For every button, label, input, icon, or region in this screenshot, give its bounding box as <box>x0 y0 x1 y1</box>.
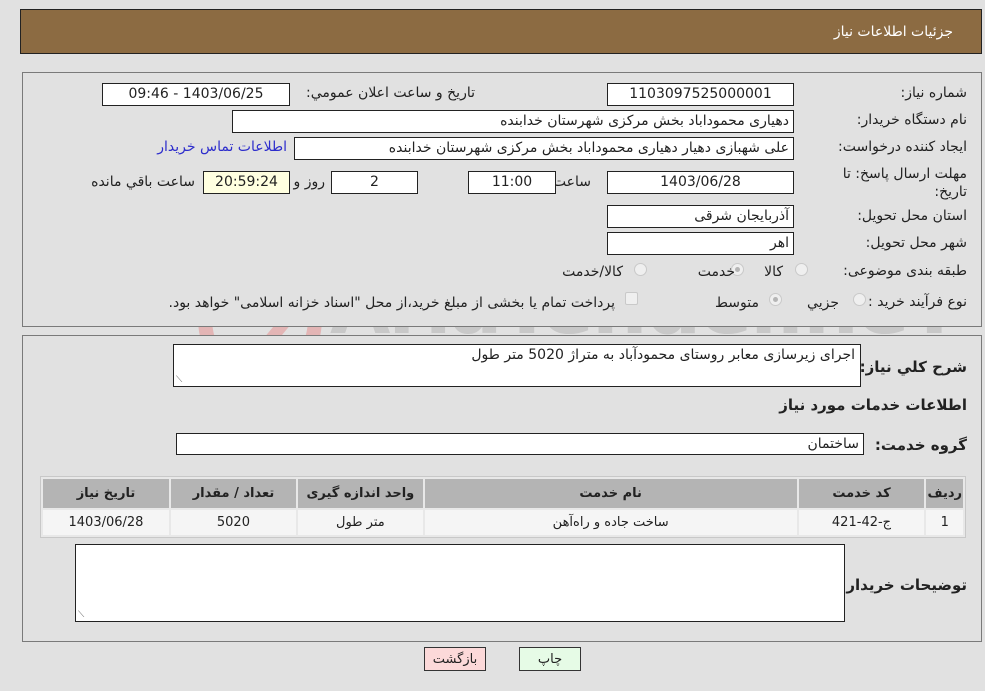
city-label: شهر محل تحویل: <box>865 235 967 251</box>
col-header-unit: واحد اندازه گیری <box>297 479 423 508</box>
buyer-org-field: دهیاری محموداباد بخش مرکزی شهرستان خدابن… <box>232 110 794 133</box>
deadline-date-field: 1403/06/28 <box>607 171 794 194</box>
cell-service-name: ساخت جاده و راه‌آهن <box>424 510 797 535</box>
service-details-panel: شرح کلي نیاز: اجرای زیرسازی معابر روستای… <box>22 335 982 642</box>
category-option-goods: کالا <box>764 264 783 280</box>
cell-quantity: 5020 <box>170 510 296 535</box>
cell-service-code: ج-42-421 <box>798 510 925 535</box>
cell-unit: متر طول <box>297 510 423 535</box>
buyer-notes-label: توضیحات خریدار: <box>840 576 967 594</box>
announce-date-label: تاريخ و ساعت اعلان عمومي: <box>306 85 475 101</box>
buyer-org-label: نام دستگاه خریدار: <box>856 112 967 128</box>
purchase-type-option-minor: جزيي <box>807 295 839 311</box>
announce-date-field: 1403/06/25 - 09:46 <box>102 83 290 106</box>
service-group-label: گروه خدمت: <box>874 436 967 454</box>
col-header-row-number: ردیف <box>926 479 963 508</box>
need-info-panel: شماره نیاز: 1103097525000001 تاريخ و ساع… <box>22 72 982 327</box>
col-header-quantity: تعداد / مقدار <box>170 479 296 508</box>
table-header-row: ردیف کد خدمت نام خدمت واحد اندازه گیری ت… <box>43 479 963 508</box>
services-table: ردیف کد خدمت نام خدمت واحد اندازه گیری ت… <box>40 476 966 538</box>
resize-grip-icon[interactable]: ⟋ <box>78 610 84 620</box>
service-group-field: ساختمان <box>176 433 864 455</box>
need-number-field: 1103097525000001 <box>607 83 794 106</box>
category-label: طبقه بندی موضوعی: <box>843 263 967 279</box>
purchase-type-radio-minor[interactable] <box>853 293 866 306</box>
days-remaining-field: 2 <box>331 171 418 194</box>
services-heading: اطلاعات خدمات مورد نیاز <box>779 396 967 414</box>
need-number-label: شماره نیاز: <box>900 85 968 101</box>
buyer-notes-textarea[interactable]: ⟋ <box>75 544 845 622</box>
cell-need-date: 1403/06/28 <box>43 510 169 535</box>
buyer-contact-link[interactable]: اطلاعات تماس خریدار <box>157 139 287 155</box>
back-button[interactable]: بازگشت <box>424 647 486 671</box>
remaining-time-label: ساعت باقي مانده <box>91 174 195 190</box>
purchase-type-radio-medium[interactable] <box>769 293 782 306</box>
deadline-label: مهلت ارسال پاسخ: تا تاریخ: <box>842 166 967 200</box>
remaining-time-field: 20:59:24 <box>203 171 290 194</box>
purchase-type-option-medium: متوسط <box>715 295 759 311</box>
creator-field: علی شهبازی دهیار دهیاری محموداباد بخش مر… <box>294 137 794 160</box>
deadline-time-field: 11:00 <box>468 171 556 194</box>
province-label: استان محل تحویل: <box>857 208 967 224</box>
description-label: شرح کلي نیاز: <box>859 358 967 376</box>
col-header-service-name: نام خدمت <box>424 479 797 508</box>
category-radio-goods[interactable] <box>795 263 808 276</box>
deadline-time-label: ساعت <box>552 174 591 190</box>
city-field: اهر <box>607 232 794 255</box>
description-textarea[interactable]: اجرای زیرسازی معابر روستای محمودآباد به … <box>173 344 861 387</box>
col-header-need-date: تاریخ نیاز <box>43 479 169 508</box>
purchase-type-label: نوع فرآیند خرید : <box>868 294 967 310</box>
page-title: جزئیات اطلاعات نیاز <box>833 23 953 40</box>
category-radio-goods-service[interactable] <box>634 263 647 276</box>
category-option-goods-service: کالا/خدمت <box>562 264 623 280</box>
treasury-checkbox-label: پرداخت تمام یا بخشی از مبلغ خرید،از محل … <box>168 295 615 311</box>
table-row: 1 ج-42-421 ساخت جاده و راه‌آهن متر طول 5… <box>43 510 963 535</box>
cell-row-number: 1 <box>926 510 963 535</box>
resize-grip-icon[interactable]: ⟋ <box>176 375 182 385</box>
province-field: آذربایجان شرقی <box>607 205 794 228</box>
col-header-service-code: کد خدمت <box>798 479 925 508</box>
days-label: روز و <box>293 174 326 190</box>
category-option-service: خدمت <box>697 264 735 280</box>
treasury-checkbox[interactable] <box>625 292 638 305</box>
creator-label: ایجاد کننده درخواست: <box>838 139 967 155</box>
page-header: جزئیات اطلاعات نیاز <box>20 9 982 54</box>
print-button[interactable]: چاپ <box>519 647 581 671</box>
description-text: اجرای زیرسازی معابر روستای محمودآباد به … <box>471 347 855 363</box>
